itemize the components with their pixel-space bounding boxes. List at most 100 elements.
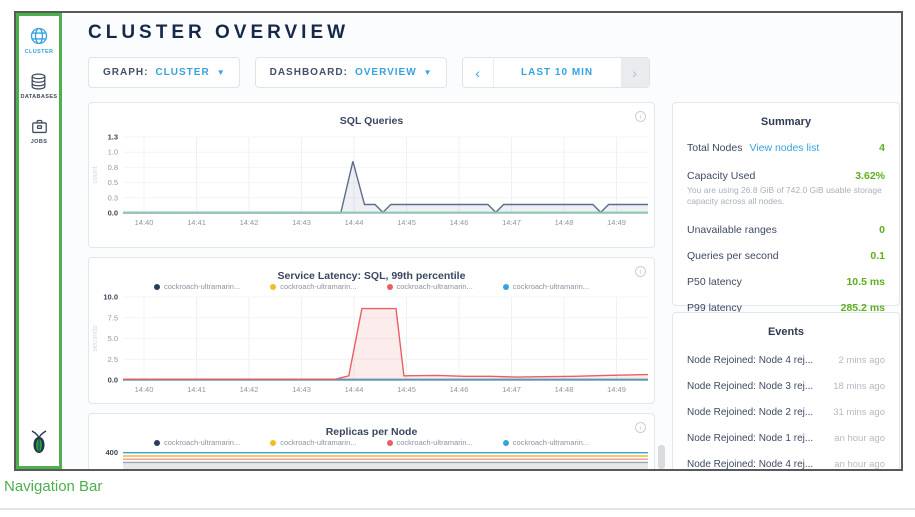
svg-text:14:41: 14:41 xyxy=(187,218,206,227)
svg-text:10.0: 10.0 xyxy=(103,293,118,302)
chevron-down-icon: ▼ xyxy=(217,68,225,77)
svg-text:14:40: 14:40 xyxy=(135,385,154,394)
event-row[interactable]: Node Rejoined: Node 2 rej... 31 mins ago xyxy=(673,407,899,418)
event-row[interactable]: Node Rejoined: Node 3 rej... 18 mins ago xyxy=(673,381,899,392)
summary-label: Queries per second xyxy=(687,250,779,262)
events-title: Events xyxy=(673,313,899,338)
event-time: 2 mins ago xyxy=(839,355,885,366)
svg-text:400: 400 xyxy=(105,449,118,457)
svg-text:14:47: 14:47 xyxy=(502,385,521,394)
info-icon[interactable]: i xyxy=(635,111,646,122)
legend-label: cockroach-ultramarin... xyxy=(164,438,240,447)
summary-value: 4 xyxy=(879,142,885,154)
replicas-per-node-plot[interactable]: 400 xyxy=(89,449,654,471)
svg-text:0.0: 0.0 xyxy=(108,376,118,385)
legend-item: cockroach-ultramarin... xyxy=(503,282,589,291)
svg-text:14:45: 14:45 xyxy=(397,385,416,394)
annotation-navigation-bar: Navigation Bar xyxy=(4,478,102,495)
main-content: CLUSTER OVERVIEW GRAPH: CLUSTER ▼ DASHBO… xyxy=(62,13,901,469)
capacity-used-note: You are using 26.8 GiB of 742.0 GiB usab… xyxy=(673,185,899,208)
svg-text:5.0: 5.0 xyxy=(108,334,118,343)
legend-dot xyxy=(387,440,393,446)
dashboard-dropdown-value: OVERVIEW xyxy=(355,67,417,78)
svg-text:14:46: 14:46 xyxy=(450,218,469,227)
summary-value: 10.5 ms xyxy=(846,276,885,288)
sidebar-item-databases[interactable]: DATABASES xyxy=(20,72,57,100)
time-range-label[interactable]: LAST 10 MIN xyxy=(494,58,621,87)
event-time: 31 mins ago xyxy=(833,407,885,418)
svg-text:14:43: 14:43 xyxy=(292,218,311,227)
legend-label: cockroach-ultramarin... xyxy=(513,438,589,447)
svg-text:14:44: 14:44 xyxy=(345,218,364,227)
svg-text:14:47: 14:47 xyxy=(502,218,521,227)
svg-text:count: count xyxy=(92,166,99,183)
globe-icon xyxy=(29,26,49,46)
summary-title: Summary xyxy=(673,103,899,128)
svg-text:14:43: 14:43 xyxy=(292,385,311,394)
svg-text:0.5: 0.5 xyxy=(108,178,118,187)
svg-text:1.0: 1.0 xyxy=(108,148,118,157)
event-text: Node Rejoined: Node 2 rej... xyxy=(687,407,813,418)
event-row[interactable]: Node Rejoined: Node 1 rej... an hour ago xyxy=(673,433,899,444)
svg-text:14:42: 14:42 xyxy=(240,218,259,227)
event-row[interactable]: Node Rejoined: Node 4 rej... an hour ago xyxy=(673,459,899,470)
svg-text:1.3: 1.3 xyxy=(108,133,118,142)
info-icon[interactable]: i xyxy=(635,266,646,277)
cockroachdb-logo[interactable] xyxy=(28,430,50,459)
chart-title: SQL Queries xyxy=(340,115,403,127)
summary-value: 0.1 xyxy=(870,250,885,262)
legend-dot xyxy=(270,284,276,290)
time-range-selector: ‹ LAST 10 MIN › xyxy=(462,57,650,88)
svg-text:14:49: 14:49 xyxy=(607,218,626,227)
summary-label: Capacity Used xyxy=(687,170,755,182)
svg-text:14:45: 14:45 xyxy=(397,218,416,227)
database-icon xyxy=(29,72,48,91)
summary-row-total-nodes: Total Nodes View nodes list 4 xyxy=(673,142,899,154)
scrollbar-thumb[interactable] xyxy=(658,445,665,469)
chart-card-service-latency: Service Latency: SQL, 99th percentile i … xyxy=(88,257,655,404)
summary-row-p50-latency: P50 latency 10.5 ms xyxy=(673,276,899,288)
event-time: an hour ago xyxy=(834,433,885,444)
event-text: Node Rejoined: Node 3 rej... xyxy=(687,381,813,392)
sidebar-item-label: JOBS xyxy=(31,139,48,145)
dashboard-dropdown[interactable]: DASHBOARD: OVERVIEW ▼ xyxy=(255,57,447,88)
events-panel: Events Node Rejoined: Node 4 rej... 2 mi… xyxy=(672,312,900,471)
legend-item: cockroach-ultramarin... xyxy=(503,438,589,447)
event-row[interactable]: Node Rejoined: Node 4 rej... 2 mins ago xyxy=(673,355,899,366)
page-title: CLUSTER OVERVIEW xyxy=(88,22,349,44)
svg-text:14:40: 14:40 xyxy=(135,218,154,227)
chart-card-sql-queries: SQL Queries i 0.00.30.50.81.01.314:4014:… xyxy=(88,102,655,248)
summary-panel: Summary Total Nodes View nodes list 4 Ca… xyxy=(672,102,900,306)
graph-dropdown-value: CLUSTER xyxy=(155,67,209,78)
legend-label: cockroach-ultramarin... xyxy=(513,282,589,291)
bottom-divider xyxy=(0,508,915,510)
svg-text:14:42: 14:42 xyxy=(240,385,259,394)
event-text: Node Rejoined: Node 4 rej... xyxy=(687,355,813,366)
legend-item: cockroach-ultramarin... xyxy=(154,438,240,447)
event-time: 18 mins ago xyxy=(833,381,885,392)
legend-dot xyxy=(503,440,509,446)
legend-dot xyxy=(503,284,509,290)
info-icon[interactable]: i xyxy=(635,422,646,433)
sql-queries-plot[interactable]: 0.00.30.50.81.01.314:4014:4114:4214:4314… xyxy=(89,125,654,248)
legend-dot xyxy=(270,440,276,446)
service-latency-plot[interactable]: 0.02.55.07.510.014:4014:4114:4214:4314:4… xyxy=(89,293,654,411)
svg-text:14:49: 14:49 xyxy=(607,385,626,394)
summary-row-capacity-used: Capacity Used 3.62% xyxy=(673,170,899,182)
time-range-prev-button[interactable]: ‹ xyxy=(463,58,494,87)
chart-card-replicas-per-node: Replicas per Node i cockroach-ultramarin… xyxy=(88,413,655,471)
graph-dropdown[interactable]: GRAPH: CLUSTER ▼ xyxy=(88,57,240,88)
chart-title: Service Latency: SQL, 99th percentile xyxy=(278,270,466,282)
legend-dot xyxy=(154,284,160,290)
time-range-next-button: › xyxy=(621,58,649,87)
toolbar: GRAPH: CLUSTER ▼ DASHBOARD: OVERVIEW ▼ ‹… xyxy=(88,57,650,88)
chevron-down-icon: ▼ xyxy=(424,68,432,77)
summary-value: 0 xyxy=(879,224,885,236)
chart-title: Replicas per Node xyxy=(326,426,418,438)
event-text: Node Rejoined: Node 1 rej... xyxy=(687,433,813,444)
sidebar-item-jobs[interactable]: JOBS xyxy=(30,117,49,145)
sidebar-item-cluster[interactable]: CLUSTER xyxy=(25,26,54,55)
chart-header: Service Latency: SQL, 99th percentile i xyxy=(89,258,654,280)
event-time: an hour ago xyxy=(834,459,885,470)
view-nodes-list-link[interactable]: View nodes list xyxy=(749,142,819,154)
